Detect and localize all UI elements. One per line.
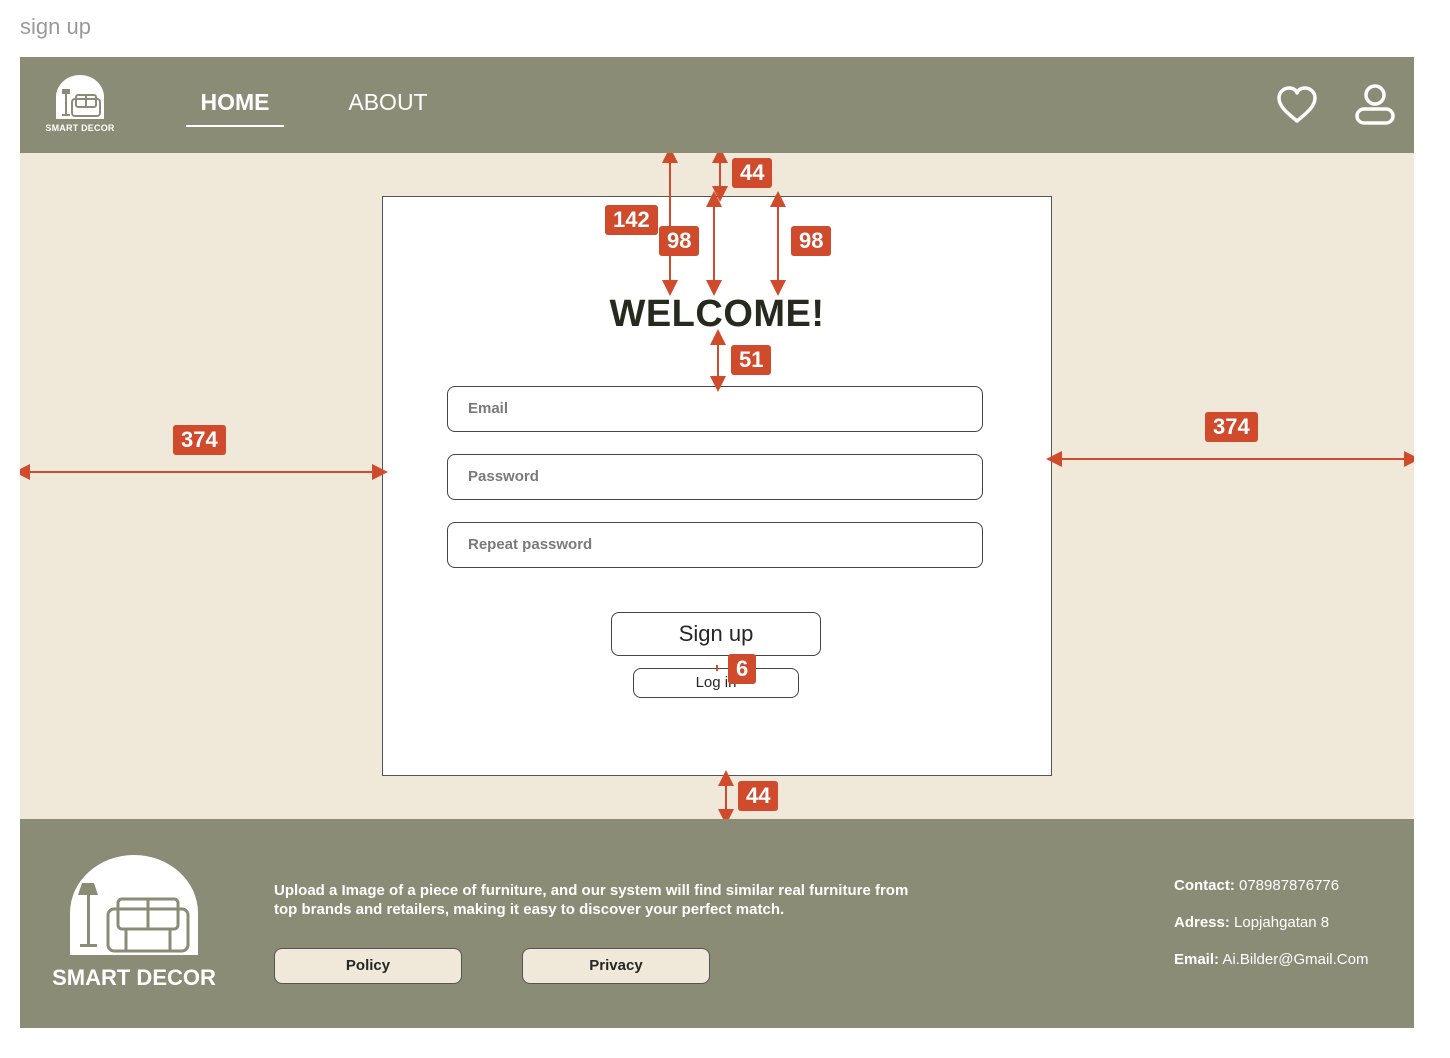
email-line: Email: Ai.Bilder@Gmail.Com: [1174, 951, 1368, 968]
user-icon[interactable]: [1354, 83, 1396, 127]
annotation-badge: 98: [791, 226, 832, 256]
address-label: Adress:: [1174, 914, 1230, 931]
footer: SMART DECOR Upload a Image of a piece of…: [20, 819, 1414, 1028]
footer-description: Upload a Image of a piece of furniture, …: [274, 882, 909, 918]
signup-page: SMART DECOR HOME ABOUT WELCOME! Email Pa…: [20, 57, 1414, 1028]
annotation-badge: 6: [728, 654, 757, 684]
address-value: Lopjahgatan 8: [1234, 914, 1330, 931]
frame-label: sign up: [20, 14, 91, 39]
email-value[interactable]: Ai.Bilder@Gmail.Com: [1222, 951, 1368, 968]
annotation-badge: 44: [732, 158, 773, 188]
annotation-badge: 51: [731, 345, 772, 375]
spacing-annotations: [20, 153, 1414, 819]
contact-value: 078987876776: [1239, 877, 1340, 894]
annotation-badge: 142: [605, 205, 658, 235]
privacy-button[interactable]: Privacy: [522, 948, 710, 984]
contact-line: Contact: 078987876776: [1174, 877, 1339, 894]
header: SMART DECOR HOME ABOUT: [20, 57, 1414, 153]
address-line: Adress: Lopjahgatan 8: [1174, 914, 1329, 931]
email-label: Email:: [1174, 951, 1220, 968]
annotation-badge: 44: [738, 781, 779, 811]
logo-icon: [56, 75, 104, 119]
main-area: WELCOME! Email Password Repeat password …: [20, 153, 1414, 819]
heart-icon[interactable]: [1276, 85, 1318, 125]
policy-button[interactable]: Policy: [274, 948, 462, 984]
footer-brand: SMART DECOR: [52, 965, 216, 990]
annotation-badge: 374: [1205, 412, 1258, 442]
annotation-badge: 98: [659, 226, 700, 256]
footer-logo-icon: [70, 855, 198, 955]
nav-about[interactable]: ABOUT: [338, 89, 438, 125]
contact-label: Contact:: [1174, 877, 1235, 894]
annotation-badge: 374: [173, 425, 226, 455]
logo-brand: SMART DECOR: [45, 123, 115, 133]
logo[interactable]: SMART DECOR: [44, 75, 116, 137]
nav-home[interactable]: HOME: [186, 89, 284, 127]
